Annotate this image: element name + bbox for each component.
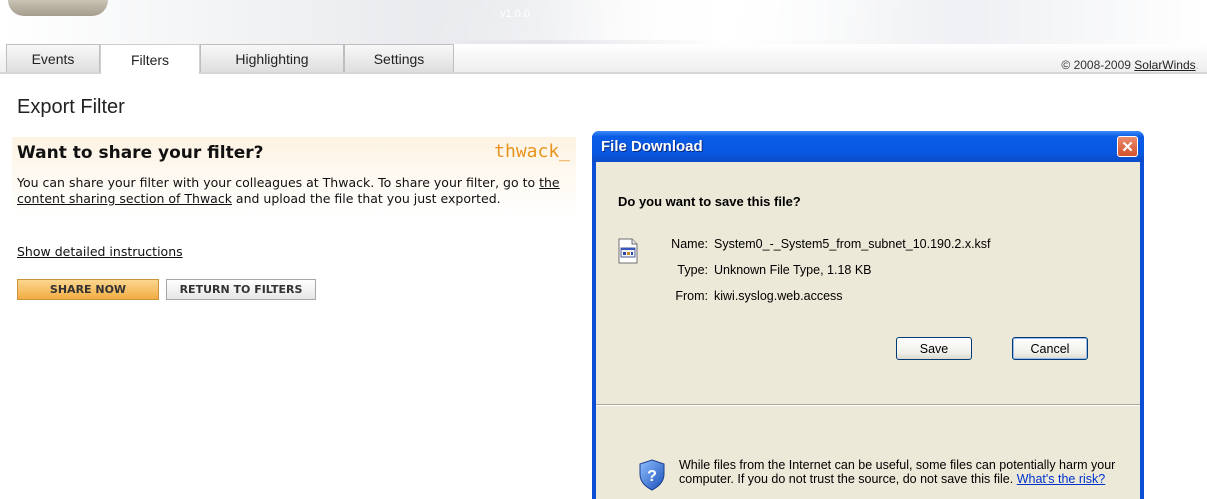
share-text-after: and upload the file that you just export… (231, 191, 501, 206)
type-label: Type: (677, 263, 708, 277)
whats-the-risk-link[interactable]: What's the risk? (1017, 472, 1106, 486)
app-logo (8, 0, 108, 16)
tab-bar: Events Filters Highlighting Settings (0, 44, 1207, 74)
share-description: You can share your filter with your coll… (17, 175, 573, 207)
dialog-body: Do you want to save this file? Name: Sys… (596, 162, 1140, 499)
copyright-notice: © 2008-2009 SolarWinds. (1061, 58, 1199, 72)
dialog-title: File Download (601, 138, 703, 155)
thwack-logo: thwack_ (494, 141, 570, 162)
dialog-titlebar[interactable]: File Download ✕ (592, 131, 1144, 162)
name-value: System0_-_System5_from_subnet_10.190.2.x… (714, 237, 991, 251)
tab-settings[interactable]: Settings (344, 44, 454, 72)
tab-events[interactable]: Events (6, 44, 100, 72)
file-icon (618, 238, 638, 264)
name-label: Name: (671, 237, 708, 251)
copyright-fade: . (1195, 58, 1199, 72)
share-panel: Want to share your filter? thwack_ You c… (12, 137, 576, 313)
page-title: Export Filter (17, 96, 125, 118)
show-instructions-link[interactable]: Show detailed instructions (17, 244, 183, 259)
from-label: From: (675, 289, 708, 303)
tab-highlighting[interactable]: Highlighting (200, 44, 344, 72)
svg-text:?: ? (647, 468, 657, 485)
save-button[interactable]: Save (896, 337, 972, 360)
close-icon[interactable]: ✕ (1117, 136, 1138, 157)
security-shield-icon: ? (639, 459, 665, 491)
share-heading: Want to share your filter? (17, 143, 264, 163)
security-warning: While files from the Internet can be use… (679, 458, 1127, 486)
divider-highlight (596, 405, 1140, 406)
tab-filters[interactable]: Filters (100, 44, 200, 74)
cancel-button[interactable]: Cancel (1012, 337, 1088, 360)
version-label: v1.0.0 (500, 8, 530, 20)
share-text-before: You can share your filter with your coll… (17, 175, 540, 190)
banner-decoration (430, 0, 1030, 40)
header-banner: v1.0.0 (0, 0, 1207, 44)
type-value: Unknown File Type, 1.18 KB (714, 263, 872, 277)
copyright-text: © 2008-2009 (1061, 58, 1135, 72)
file-download-dialog: File Download ✕ Do you want to save this… (592, 131, 1144, 499)
return-to-filters-button[interactable]: RETURN TO FILTERS (166, 279, 316, 300)
dialog-question: Do you want to save this file? (618, 194, 801, 209)
from-value: kiwi.syslog.web.access (714, 289, 843, 303)
share-now-button[interactable]: SHARE NOW (17, 279, 159, 300)
solarwinds-link[interactable]: SolarWinds (1134, 58, 1195, 72)
